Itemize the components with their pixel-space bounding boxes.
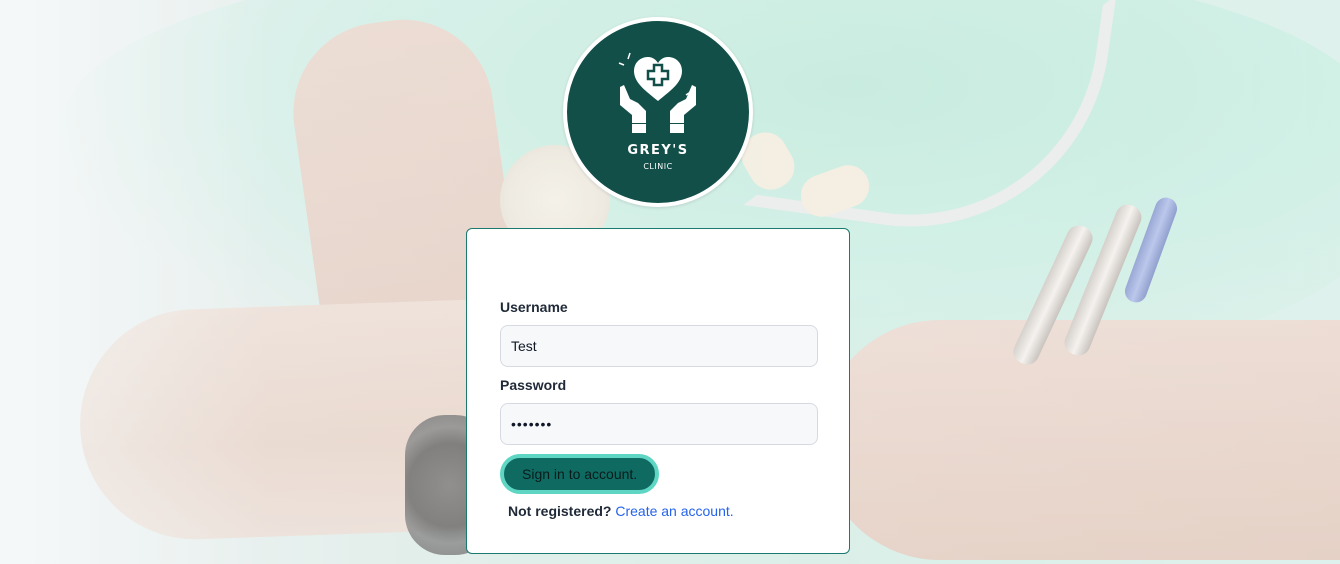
password-input[interactable]: ••••••• xyxy=(500,403,818,445)
clinic-logo: GREY'S CLINIC xyxy=(563,17,753,207)
register-prompt-text: Not registered? xyxy=(508,503,612,519)
register-prompt: Not registered? Create an account. xyxy=(508,503,734,519)
logo-subtitle: CLINIC xyxy=(643,162,673,171)
sign-in-button[interactable]: Sign in to account. xyxy=(500,454,660,494)
create-account-link[interactable]: Create an account. xyxy=(615,503,733,519)
login-card: Username Test Password ••••••• Sign in t… xyxy=(466,228,850,554)
logo-brand-text: GREY'S xyxy=(627,143,689,158)
password-label: Password xyxy=(500,377,567,393)
username-input[interactable]: Test xyxy=(500,325,818,367)
username-label: Username xyxy=(500,299,568,315)
heart-hands-medical-icon xyxy=(618,52,696,133)
